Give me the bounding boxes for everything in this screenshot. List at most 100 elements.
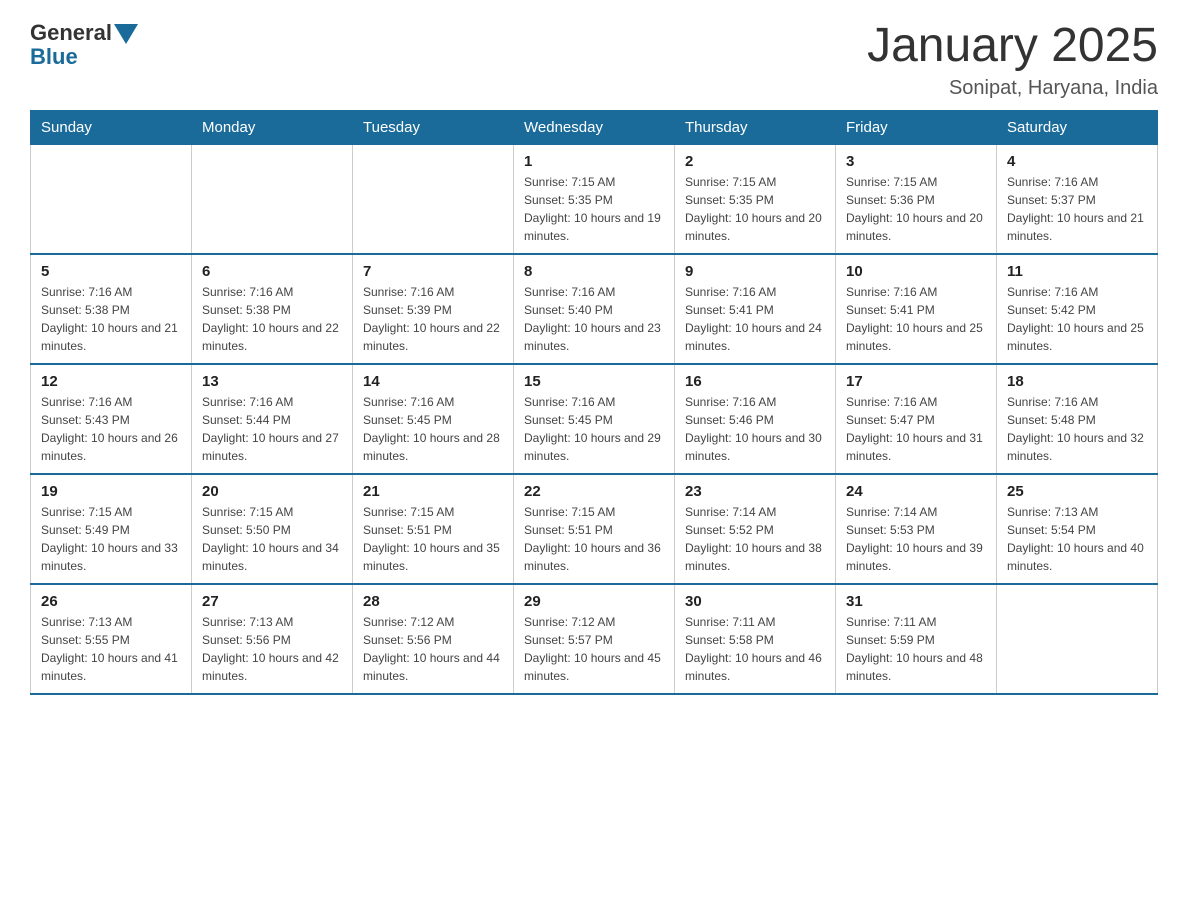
weekday-header-saturday: Saturday: [997, 110, 1158, 144]
day-number: 25: [1007, 483, 1147, 500]
weekday-header-row: SundayMondayTuesdayWednesdayThursdayFrid…: [31, 110, 1158, 144]
calendar-cell: 22 Sunrise: 7:15 AMSunset: 5:51 PMDayligh…: [514, 474, 675, 584]
calendar-cell: 28 Sunrise: 7:12 AMSunset: 5:56 PMDayligh…: [353, 584, 514, 694]
day-number: 27: [202, 593, 342, 610]
day-number: 26: [41, 593, 181, 610]
calendar-body: 1 Sunrise: 7:15 AMSunset: 5:35 PMDaylight…: [31, 144, 1158, 694]
day-info: Sunrise: 7:16 AMSunset: 5:43 PMDaylight:…: [41, 393, 181, 465]
day-info: Sunrise: 7:16 AMSunset: 5:46 PMDaylight:…: [685, 393, 825, 465]
calendar-cell: 15 Sunrise: 7:16 AMSunset: 5:45 PMDayligh…: [514, 364, 675, 474]
day-number: 2: [685, 153, 825, 170]
calendar-cell: 12 Sunrise: 7:16 AMSunset: 5:43 PMDayligh…: [31, 364, 192, 474]
logo-blue-text: Blue: [30, 44, 78, 70]
day-number: 4: [1007, 153, 1147, 170]
week-row-4: 26 Sunrise: 7:13 AMSunset: 5:55 PMDayligh…: [31, 584, 1158, 694]
week-row-1: 5Sunrise: 7:16 AMSunset: 5:38 PMDaylight…: [31, 254, 1158, 364]
calendar-cell: 13 Sunrise: 7:16 AMSunset: 5:44 PMDayligh…: [192, 364, 353, 474]
calendar-cell: 8 Sunrise: 7:16 AMSunset: 5:40 PMDaylight…: [514, 254, 675, 364]
day-info: Sunrise: 7:15 AMSunset: 5:35 PMDaylight:…: [524, 173, 664, 245]
calendar-cell: 30 Sunrise: 7:11 AMSunset: 5:58 PMDayligh…: [675, 584, 836, 694]
calendar-table: SundayMondayTuesdayWednesdayThursdayFrid…: [30, 110, 1158, 695]
calendar-cell: 7Sunrise: 7:16 AMSunset: 5:39 PMDaylight…: [353, 254, 514, 364]
calendar-cell: [192, 144, 353, 254]
day-info: Sunrise: 7:13 AMSunset: 5:56 PMDaylight:…: [202, 613, 342, 685]
calendar-cell: [353, 144, 514, 254]
day-info: Sunrise: 7:12 AMSunset: 5:56 PMDaylight:…: [363, 613, 503, 685]
day-number: 12: [41, 373, 181, 390]
calendar-cell: 19 Sunrise: 7:15 AMSunset: 5:49 PMDayligh…: [31, 474, 192, 584]
calendar-cell: 25 Sunrise: 7:13 AMSunset: 5:54 PMDayligh…: [997, 474, 1158, 584]
day-info: Sunrise: 7:13 AMSunset: 5:54 PMDaylight:…: [1007, 503, 1147, 575]
week-row-3: 19 Sunrise: 7:15 AMSunset: 5:49 PMDayligh…: [31, 474, 1158, 584]
day-number: 19: [41, 483, 181, 500]
logo: General Blue: [30, 20, 138, 70]
weekday-header-monday: Monday: [192, 110, 353, 144]
weekday-header-tuesday: Tuesday: [353, 110, 514, 144]
day-number: 28: [363, 593, 503, 610]
calendar-cell: 27 Sunrise: 7:13 AMSunset: 5:56 PMDayligh…: [192, 584, 353, 694]
day-number: 13: [202, 373, 342, 390]
day-info: Sunrise: 7:16 AMSunset: 5:45 PMDaylight:…: [363, 393, 503, 465]
day-number: 29: [524, 593, 664, 610]
day-info: Sunrise: 7:16 AMSunset: 5:38 PMDaylight:…: [41, 283, 181, 355]
calendar-cell: 14 Sunrise: 7:16 AMSunset: 5:45 PMDayligh…: [353, 364, 514, 474]
day-info: Sunrise: 7:16 AMSunset: 5:38 PMDaylight:…: [202, 283, 342, 355]
day-info: Sunrise: 7:15 AMSunset: 5:49 PMDaylight:…: [41, 503, 181, 575]
calendar-title: January 2025: [867, 20, 1158, 73]
day-info: Sunrise: 7:16 AMSunset: 5:42 PMDaylight:…: [1007, 283, 1147, 355]
day-info: Sunrise: 7:11 AMSunset: 5:59 PMDaylight:…: [846, 613, 986, 685]
day-info: Sunrise: 7:14 AMSunset: 5:52 PMDaylight:…: [685, 503, 825, 575]
calendar-header: SundayMondayTuesdayWednesdayThursdayFrid…: [31, 110, 1158, 144]
day-info: Sunrise: 7:16 AMSunset: 5:40 PMDaylight:…: [524, 283, 664, 355]
day-number: 30: [685, 593, 825, 610]
day-number: 23: [685, 483, 825, 500]
day-number: 10: [846, 263, 986, 280]
calendar-cell: 5Sunrise: 7:16 AMSunset: 5:38 PMDaylight…: [31, 254, 192, 364]
weekday-header-wednesday: Wednesday: [514, 110, 675, 144]
calendar-cell: 10 Sunrise: 7:16 AMSunset: 5:41 PMDayligh…: [836, 254, 997, 364]
day-number: 14: [363, 373, 503, 390]
day-info: Sunrise: 7:16 AMSunset: 5:37 PMDaylight:…: [1007, 173, 1147, 245]
day-info: Sunrise: 7:14 AMSunset: 5:53 PMDaylight:…: [846, 503, 986, 575]
logo-triangle-icon: [114, 24, 138, 44]
day-number: 20: [202, 483, 342, 500]
calendar-cell: 23 Sunrise: 7:14 AMSunset: 5:52 PMDayligh…: [675, 474, 836, 584]
day-number: 8: [524, 263, 664, 280]
day-number: 15: [524, 373, 664, 390]
calendar-cell: [997, 584, 1158, 694]
calendar-cell: 24 Sunrise: 7:14 AMSunset: 5:53 PMDayligh…: [836, 474, 997, 584]
weekday-header-sunday: Sunday: [31, 110, 192, 144]
day-info: Sunrise: 7:16 AMSunset: 5:41 PMDaylight:…: [846, 283, 986, 355]
calendar-cell: 4 Sunrise: 7:16 AMSunset: 5:37 PMDaylight…: [997, 144, 1158, 254]
calendar-cell: 11Sunrise: 7:16 AMSunset: 5:42 PMDayligh…: [997, 254, 1158, 364]
day-info: Sunrise: 7:13 AMSunset: 5:55 PMDaylight:…: [41, 613, 181, 685]
day-number: 22: [524, 483, 664, 500]
day-info: Sunrise: 7:15 AMSunset: 5:35 PMDaylight:…: [685, 173, 825, 245]
day-number: 6: [202, 263, 342, 280]
weekday-header-friday: Friday: [836, 110, 997, 144]
day-info: Sunrise: 7:16 AMSunset: 5:39 PMDaylight:…: [363, 283, 503, 355]
calendar-cell: 18Sunrise: 7:16 AMSunset: 5:48 PMDayligh…: [997, 364, 1158, 474]
calendar-cell: 31Sunrise: 7:11 AMSunset: 5:59 PMDayligh…: [836, 584, 997, 694]
day-number: 21: [363, 483, 503, 500]
day-info: Sunrise: 7:16 AMSunset: 5:47 PMDaylight:…: [846, 393, 986, 465]
day-info: Sunrise: 7:15 AMSunset: 5:51 PMDaylight:…: [524, 503, 664, 575]
calendar-cell: 6 Sunrise: 7:16 AMSunset: 5:38 PMDaylight…: [192, 254, 353, 364]
day-number: 18: [1007, 373, 1147, 390]
day-info: Sunrise: 7:11 AMSunset: 5:58 PMDaylight:…: [685, 613, 825, 685]
day-info: Sunrise: 7:16 AMSunset: 5:44 PMDaylight:…: [202, 393, 342, 465]
day-number: 24: [846, 483, 986, 500]
day-number: 17: [846, 373, 986, 390]
day-info: Sunrise: 7:15 AMSunset: 5:36 PMDaylight:…: [846, 173, 986, 245]
page-header: General Blue January 2025 Sonipat, Harya…: [30, 20, 1158, 100]
calendar-cell: 21Sunrise: 7:15 AMSunset: 5:51 PMDayligh…: [353, 474, 514, 584]
logo-general-text: General: [30, 20, 112, 46]
day-number: 9: [685, 263, 825, 280]
calendar-cell: 29Sunrise: 7:12 AMSunset: 5:57 PMDayligh…: [514, 584, 675, 694]
calendar-cell: 26 Sunrise: 7:13 AMSunset: 5:55 PMDayligh…: [31, 584, 192, 694]
weekday-header-thursday: Thursday: [675, 110, 836, 144]
calendar-cell: 2 Sunrise: 7:15 AMSunset: 5:35 PMDaylight…: [675, 144, 836, 254]
day-number: 1: [524, 153, 664, 170]
calendar-cell: 17 Sunrise: 7:16 AMSunset: 5:47 PMDayligh…: [836, 364, 997, 474]
day-info: Sunrise: 7:16 AMSunset: 5:45 PMDaylight:…: [524, 393, 664, 465]
